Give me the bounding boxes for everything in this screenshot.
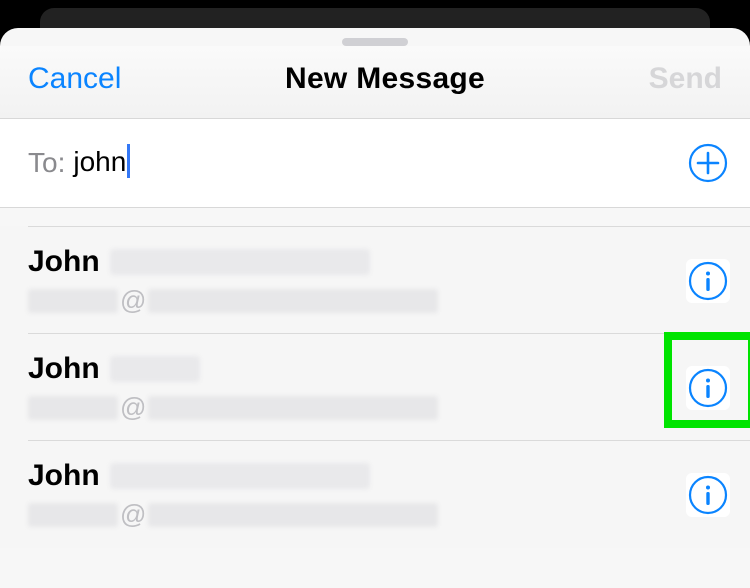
email-local-redacted — [28, 396, 118, 420]
email-at-symbol: @ — [120, 499, 146, 530]
contact-surname-redacted — [110, 356, 200, 382]
email-local-redacted — [28, 289, 118, 313]
to-input[interactable]: john — [73, 146, 686, 181]
contact-first-name: John — [28, 459, 100, 493]
contact-first-name: John — [28, 352, 100, 386]
info-icon — [688, 368, 728, 408]
contact-suggestions: John @ John — [0, 226, 750, 548]
plus-circle-icon — [688, 143, 728, 183]
contact-email: @ — [28, 499, 686, 530]
contact-suggestion-item[interactable]: John @ — [0, 334, 750, 441]
text-cursor — [127, 144, 130, 178]
contact-info-button[interactable] — [686, 473, 730, 517]
email-domain-redacted — [148, 396, 438, 420]
contact-text: John @ — [28, 245, 686, 316]
drag-handle[interactable] — [342, 38, 408, 46]
info-icon — [688, 261, 728, 301]
email-local-redacted — [28, 503, 118, 527]
email-at-symbol: @ — [120, 392, 146, 423]
cancel-button[interactable]: Cancel — [28, 62, 121, 96]
contact-suggestion-item[interactable]: John @ — [0, 441, 750, 548]
contact-suggestion-item[interactable]: John @ — [0, 227, 750, 334]
contact-text: John @ — [28, 352, 686, 423]
contact-surname-redacted — [110, 463, 370, 489]
to-field-row[interactable]: To: john — [0, 119, 750, 208]
page-title: New Message — [285, 62, 485, 96]
info-icon — [688, 475, 728, 515]
contact-info-button[interactable] — [686, 259, 730, 303]
add-contact-button[interactable] — [686, 141, 730, 185]
contact-first-name: John — [28, 245, 100, 279]
contact-info-button[interactable] — [686, 366, 730, 410]
compose-sheet: Cancel New Message Send To: john John — [0, 28, 750, 588]
send-button[interactable]: Send — [649, 62, 722, 96]
to-input-value: john — [73, 146, 126, 177]
to-label: To: — [28, 147, 65, 179]
email-domain-redacted — [148, 503, 438, 527]
email-domain-redacted — [148, 289, 438, 313]
contact-email: @ — [28, 285, 686, 316]
navigation-bar: Cancel New Message Send — [0, 46, 750, 119]
contact-email: @ — [28, 392, 686, 423]
contact-surname-redacted — [110, 249, 370, 275]
contact-text: John @ — [28, 459, 686, 530]
email-at-symbol: @ — [120, 285, 146, 316]
